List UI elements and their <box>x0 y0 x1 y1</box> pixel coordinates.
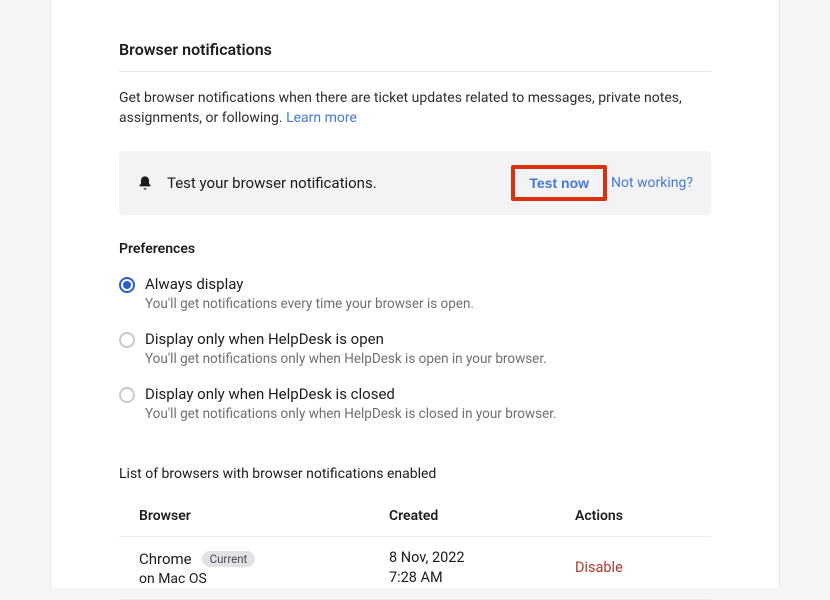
pref-desc: You'll get notifications every time your… <box>145 296 474 312</box>
radio-closed[interactable] <box>119 387 135 403</box>
test-now-button[interactable]: Test now <box>511 165 607 201</box>
disable-link[interactable]: Disable <box>575 559 623 576</box>
col-actions: Actions <box>575 508 691 524</box>
pref-desc: You'll get notifications only when HelpD… <box>145 351 547 367</box>
browser-name: Chrome <box>139 550 192 568</box>
pref-option-open[interactable]: Display only when HelpDesk is open You'l… <box>119 330 711 367</box>
table-header: Browser Created Actions <box>119 496 711 537</box>
created-date: 8 Nov, 2022 <box>389 549 575 566</box>
browsers-list-title: List of browsers with browser notificati… <box>119 466 711 482</box>
col-created: Created <box>389 508 575 524</box>
created-time: 7:28 AM <box>389 569 575 586</box>
col-browser: Browser <box>139 508 389 524</box>
section-title: Browser notifications <box>119 40 711 72</box>
pref-desc: You'll get notifications only when HelpD… <box>145 406 557 422</box>
description-text: Get browser notifications when there are… <box>119 90 682 126</box>
pref-option-always[interactable]: Always display You'll get notifications … <box>119 275 711 312</box>
pref-option-closed[interactable]: Display only when HelpDesk is closed You… <box>119 385 711 422</box>
not-working-link[interactable]: Not working? <box>611 175 693 191</box>
browser-os: on Mac OS <box>139 571 389 587</box>
section-description: Get browser notifications when there are… <box>119 88 711 129</box>
pref-label: Display only when HelpDesk is closed <box>145 385 557 403</box>
preferences-title: Preferences <box>119 241 711 257</box>
test-notifications-bar: Test your browser notifications. Test no… <box>119 151 711 215</box>
learn-more-link[interactable]: Learn more <box>286 110 357 126</box>
bell-icon <box>137 175 153 191</box>
pref-label: Display only when HelpDesk is open <box>145 330 547 348</box>
test-notifications-text: Test your browser notifications. <box>167 174 511 192</box>
pref-label: Always display <box>145 275 474 293</box>
radio-always[interactable] <box>119 277 135 293</box>
current-badge: Current <box>202 551 256 567</box>
radio-open[interactable] <box>119 332 135 348</box>
table-row: Chrome Current on Mac OS 8 Nov, 2022 7:2… <box>119 537 711 600</box>
browsers-table: Browser Created Actions Chrome Current o… <box>119 496 711 600</box>
